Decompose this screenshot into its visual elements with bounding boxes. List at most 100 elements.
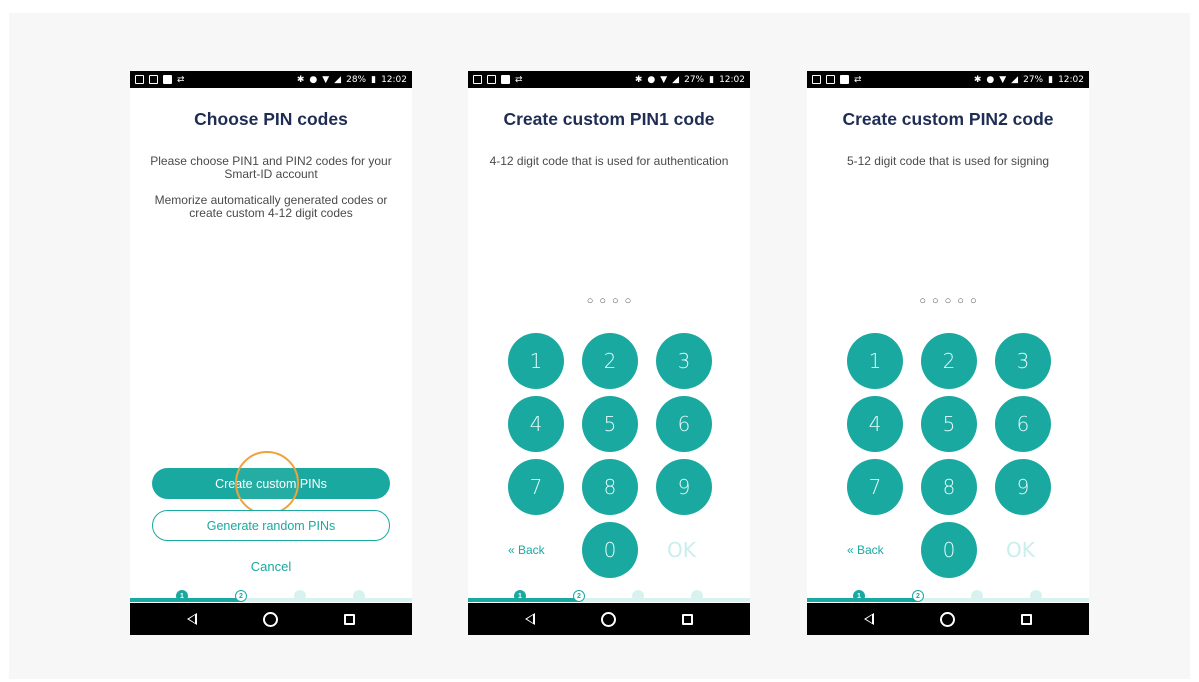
dnd-icon: ● <box>986 74 995 85</box>
generate-random-pins-button[interactable]: Generate random PINs <box>152 510 390 541</box>
page-title: Choose PIN codes <box>194 109 348 129</box>
dnd-icon: ● <box>309 74 318 85</box>
key-3[interactable]: 3 <box>656 333 712 389</box>
status-bar: ⇄ ✱ ● ▼ ◢ 28% ▮ 12:02 <box>130 71 412 88</box>
tap-highlight-circle <box>235 451 299 515</box>
key-0[interactable]: 0 <box>582 522 638 578</box>
status-bar: ⇄ ✱ ● ▼ ◢ 27% ▮ 12:02 <box>807 71 1089 88</box>
sync-icon: ⇄ <box>177 74 185 85</box>
clock: 12:02 <box>719 74 745 85</box>
mail-icon <box>487 75 496 84</box>
step-progress: 1 2 3 4 <box>130 590 412 603</box>
pin-description: 4-12 digit code that is used for authent… <box>489 154 729 168</box>
signal-icon: ◢ <box>672 74 680 85</box>
keypad-back-button[interactable]: « Back <box>508 543 545 557</box>
step-3: 3 <box>294 590 306 602</box>
bluetooth-icon: ✱ <box>296 74 305 85</box>
key-2[interactable]: 2 <box>582 333 638 389</box>
sim-icon <box>473 75 482 84</box>
android-nav-bar <box>807 603 1089 635</box>
triangle-back-icon[interactable] <box>187 613 197 625</box>
step-1: 1 <box>853 590 865 602</box>
key-9[interactable]: 9 <box>995 459 1051 515</box>
key-4[interactable]: 4 <box>847 396 903 452</box>
keypad-ok-button[interactable]: OK <box>1006 538 1035 562</box>
key-9[interactable]: 9 <box>656 459 712 515</box>
key-6[interactable]: 6 <box>995 396 1051 452</box>
pin-entry-dots: ○○○○○ <box>919 295 983 307</box>
android-nav-bar <box>468 603 750 635</box>
android-nav-bar <box>130 603 412 635</box>
sync-icon: ⇄ <box>854 74 862 85</box>
step-2: 2 <box>912 590 924 602</box>
battery-percent: 28% <box>346 74 367 85</box>
page-title: Create custom PIN1 code <box>503 109 715 129</box>
step-progress: 1 2 3 4 <box>807 590 1089 603</box>
step-4: 4 <box>1030 590 1042 602</box>
phone-screen-choose-pin: ⇄ ✱ ● ▼ ◢ 28% ▮ 12:02 Choose PIN codes P… <box>130 71 412 635</box>
key-1[interactable]: 1 <box>847 333 903 389</box>
circle-home-icon[interactable] <box>263 612 278 627</box>
step-1: 1 <box>176 590 188 602</box>
step-4: 4 <box>691 590 703 602</box>
step-3: 3 <box>632 590 644 602</box>
step-2: 2 <box>573 590 585 602</box>
clock: 12:02 <box>1058 74 1084 85</box>
key-3[interactable]: 3 <box>995 333 1051 389</box>
bluetooth-icon: ✱ <box>973 74 982 85</box>
dnd-icon: ● <box>647 74 656 85</box>
signal-icon: ◢ <box>1011 74 1019 85</box>
key-6[interactable]: 6 <box>656 396 712 452</box>
key-7[interactable]: 7 <box>508 459 564 515</box>
wifi-icon: ▼ <box>322 74 330 85</box>
instruction-text: Memorize automatically generated codes o… <box>154 193 388 220</box>
page-title: Create custom PIN2 code <box>842 109 1054 129</box>
triangle-back-icon[interactable] <box>864 613 874 625</box>
mail-icon <box>149 75 158 84</box>
circle-home-icon[interactable] <box>940 612 955 627</box>
wifi-icon: ▼ <box>660 74 668 85</box>
cancel-link[interactable]: Cancel <box>130 559 412 574</box>
pin-entry-dots: ○○○○ <box>586 295 638 307</box>
sync-icon: ⇄ <box>515 74 523 85</box>
battery-icon: ▮ <box>709 74 715 85</box>
signal-icon: ◢ <box>334 74 342 85</box>
key-8[interactable]: 8 <box>582 459 638 515</box>
step-2: 2 <box>235 590 247 602</box>
key-8[interactable]: 8 <box>921 459 977 515</box>
mail-icon <box>826 75 835 84</box>
keypad-back-button[interactable]: « Back <box>847 543 884 557</box>
key-4[interactable]: 4 <box>508 396 564 452</box>
key-1[interactable]: 1 <box>508 333 564 389</box>
clock: 12:02 <box>381 74 407 85</box>
key-0[interactable]: 0 <box>921 522 977 578</box>
step-3: 3 <box>971 590 983 602</box>
pin-description: 5-12 digit code that is used for signing <box>846 154 1050 168</box>
square-recents-icon[interactable] <box>344 614 355 625</box>
key-7[interactable]: 7 <box>847 459 903 515</box>
key-5[interactable]: 5 <box>921 396 977 452</box>
image-icon <box>840 75 849 84</box>
square-recents-icon[interactable] <box>682 614 693 625</box>
phone-screen-pin1: ⇄ ✱ ● ▼ ◢ 27% ▮ 12:02 Create custom PIN1… <box>468 71 750 635</box>
step-progress: 1 2 3 4 <box>468 590 750 603</box>
battery-icon: ▮ <box>1048 74 1054 85</box>
keypad-ok-button[interactable]: OK <box>667 538 696 562</box>
sim-icon <box>135 75 144 84</box>
step-1: 1 <box>514 590 526 602</box>
status-bar: ⇄ ✱ ● ▼ ◢ 27% ▮ 12:02 <box>468 71 750 88</box>
intro-text: Please choose PIN1 and PIN2 codes for yo… <box>150 154 392 181</box>
key-2[interactable]: 2 <box>921 333 977 389</box>
bluetooth-icon: ✱ <box>634 74 643 85</box>
sim-icon <box>812 75 821 84</box>
image-icon <box>501 75 510 84</box>
key-5[interactable]: 5 <box>582 396 638 452</box>
battery-icon: ▮ <box>371 74 377 85</box>
triangle-back-icon[interactable] <box>525 613 535 625</box>
phone-screen-pin2: ⇄ ✱ ● ▼ ◢ 27% ▮ 12:02 Create custom PIN2… <box>807 71 1089 635</box>
battery-percent: 27% <box>684 74 705 85</box>
square-recents-icon[interactable] <box>1021 614 1032 625</box>
image-icon <box>163 75 172 84</box>
battery-percent: 27% <box>1023 74 1044 85</box>
circle-home-icon[interactable] <box>601 612 616 627</box>
